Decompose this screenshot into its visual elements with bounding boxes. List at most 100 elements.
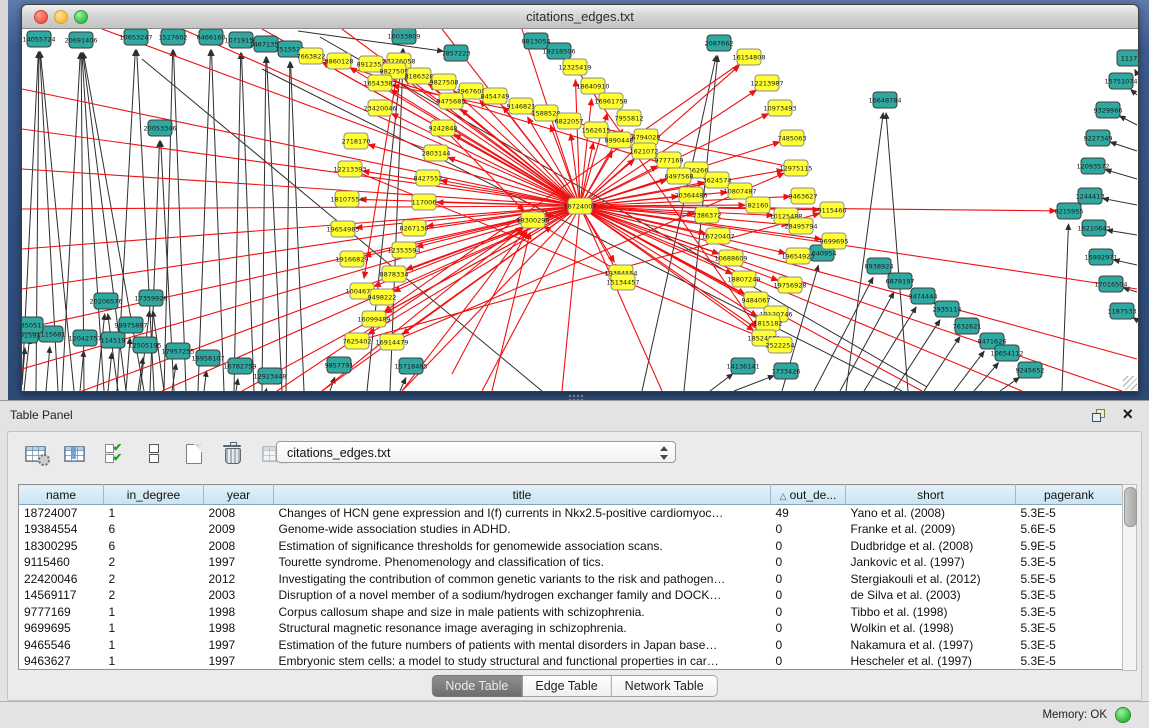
cell-out_degree[interactable]: 0 bbox=[771, 571, 846, 588]
graph-node[interactable]: 2522254 bbox=[766, 337, 795, 353]
tab-edge-table[interactable]: Edge Table bbox=[522, 675, 611, 697]
cell-in_degree[interactable]: 6 bbox=[104, 538, 204, 555]
graph-node[interactable]: 9245652 bbox=[1016, 362, 1045, 378]
cell-out_degree[interactable]: 0 bbox=[771, 521, 846, 538]
graph-node[interactable]: 20691406 bbox=[64, 32, 97, 48]
select-rows-icon[interactable]: ✔✔ bbox=[103, 442, 129, 466]
tab-node-table[interactable]: Node Table bbox=[431, 675, 522, 697]
cell-in_degree[interactable]: 1 bbox=[104, 620, 204, 637]
table-row[interactable]: 1830029562008Estimation of significance … bbox=[19, 538, 1123, 555]
create-table-icon[interactable] bbox=[182, 442, 208, 466]
graph-node[interactable]: 9463627 bbox=[789, 188, 818, 204]
table-row[interactable]: 946362711997Embryonic stem cells: a mode… bbox=[19, 653, 1123, 670]
graph-node[interactable]: 7386372 bbox=[693, 207, 722, 223]
cell-year[interactable]: 1997 bbox=[204, 554, 274, 571]
cell-title[interactable]: Disruption of a novel member of a sodium… bbox=[274, 587, 771, 604]
graph-node[interactable]: 12213393 bbox=[333, 161, 366, 177]
graph-node[interactable]: 9857791 bbox=[325, 357, 354, 373]
graph-node[interactable]: 19654923 bbox=[781, 248, 814, 264]
graph-node[interactable]: 7485063 bbox=[778, 130, 807, 146]
cell-title[interactable]: Tourette syndrome. Phenomenology and cla… bbox=[274, 554, 771, 571]
graph-node[interactable]: 7632621 bbox=[953, 318, 982, 334]
graph-node[interactable]: 17359928 bbox=[134, 290, 167, 306]
cell-in_degree[interactable]: 2 bbox=[104, 587, 204, 604]
cell-pagerank[interactable]: 5.3E-5 bbox=[1016, 620, 1123, 637]
table-row[interactable]: 1938455462009Genome-wide association stu… bbox=[19, 521, 1123, 538]
graph-node[interactable]: 8878334 bbox=[380, 266, 409, 282]
canvas-resize-grip[interactable] bbox=[1123, 376, 1137, 390]
graph-node[interactable]: 12093572 bbox=[1076, 158, 1109, 174]
table-vertical-scrollbar[interactable] bbox=[1122, 484, 1137, 671]
cell-pagerank[interactable]: 5.3E-5 bbox=[1016, 554, 1123, 571]
cell-name[interactable]: 9463627 bbox=[19, 653, 104, 670]
graph-node[interactable]: 16648784 bbox=[868, 92, 901, 108]
graph-node[interactable]: 8990448 bbox=[605, 132, 634, 148]
graph-node[interactable]: 18640910 bbox=[576, 78, 609, 94]
graph-node[interactable]: 2803144 bbox=[422, 145, 451, 161]
graph-node[interactable]: 1117 bbox=[1117, 50, 1138, 66]
cell-out_degree[interactable]: 0 bbox=[771, 653, 846, 670]
graph-node[interactable]: 9474444 bbox=[909, 288, 938, 304]
cell-year[interactable]: 2008 bbox=[204, 538, 274, 555]
graph-node[interactable]: 7625402 bbox=[343, 333, 372, 349]
graph-node[interactable]: 16914479 bbox=[375, 334, 408, 350]
graph-node[interactable]: 7955812 bbox=[615, 110, 644, 126]
table-row[interactable]: 977716911998Corpus callosum shape and si… bbox=[19, 604, 1123, 621]
graph-node[interactable]: 15718485 bbox=[394, 358, 427, 374]
graph-node[interactable]: 9777169 bbox=[655, 152, 684, 168]
graph-node[interactable]: 12325419 bbox=[558, 59, 591, 75]
graph-node[interactable]: 16154808 bbox=[732, 49, 765, 65]
graph-node[interactable]: 16720407 bbox=[701, 228, 734, 244]
table-select-dropdown[interactable]: citations_edges.txt bbox=[276, 441, 676, 463]
graph-node[interactable]: 16961758 bbox=[594, 93, 627, 109]
cell-name[interactable]: 18724007 bbox=[19, 505, 104, 522]
graph-node[interactable]: 16099489 bbox=[357, 311, 390, 327]
graph-node[interactable]: 9827508 bbox=[430, 74, 459, 90]
graph-node[interactable]: 12505195 bbox=[128, 337, 161, 353]
graph-node[interactable]: 14136141 bbox=[726, 358, 759, 374]
cell-title[interactable]: Genome-wide association studies in ADHD. bbox=[274, 521, 771, 538]
cell-out_degree[interactable]: 0 bbox=[771, 604, 846, 621]
graph-node[interactable]: 8215955 bbox=[1055, 203, 1084, 219]
graph-node[interactable]: 19218506 bbox=[542, 43, 575, 59]
graph-node[interactable]: 12213987 bbox=[750, 75, 783, 91]
memory-ok-indicator[interactable] bbox=[1115, 707, 1131, 723]
cell-short[interactable]: Yano et al. (2008) bbox=[846, 505, 1016, 522]
cell-title[interactable]: Embryonic stem cells: a model to study s… bbox=[274, 653, 771, 670]
graph-node[interactable]: 19166829 bbox=[335, 251, 368, 267]
cell-year[interactable]: 1998 bbox=[204, 620, 274, 637]
cell-name[interactable]: 9465546 bbox=[19, 637, 104, 654]
graph-node[interactable]: 7857223 bbox=[442, 45, 471, 61]
cell-in_degree[interactable]: 1 bbox=[104, 653, 204, 670]
cell-short[interactable]: Wolkin et al. (1998) bbox=[846, 620, 1016, 637]
graph-node[interactable]: 117006 bbox=[412, 194, 437, 210]
cell-year[interactable]: 1998 bbox=[204, 604, 274, 621]
graph-node[interactable]: 23420046 bbox=[363, 100, 396, 116]
graph-node[interactable]: 6466160 bbox=[197, 29, 226, 45]
cell-year[interactable]: 2008 bbox=[204, 505, 274, 522]
graph-node[interactable]: 9699695 bbox=[820, 233, 849, 249]
cell-year[interactable]: 1997 bbox=[204, 653, 274, 670]
cell-in_degree[interactable]: 2 bbox=[104, 554, 204, 571]
graph-node[interactable]: 1244413 bbox=[1076, 188, 1105, 204]
graph-node[interactable]: 15892971 bbox=[1084, 249, 1117, 265]
table-row[interactable]: 969969511998Structural magnetic resonanc… bbox=[19, 620, 1123, 637]
cell-in_degree[interactable]: 6 bbox=[104, 521, 204, 538]
close-panel-icon[interactable]: × bbox=[1122, 405, 1133, 423]
cell-pagerank[interactable]: 5.3E-5 bbox=[1016, 637, 1123, 654]
graph-node[interactable]: 20206576 bbox=[89, 293, 122, 309]
delete-table-icon[interactable] bbox=[221, 442, 247, 466]
graph-node[interactable]: 6497568 bbox=[665, 168, 694, 184]
cell-out_degree[interactable]: 0 bbox=[771, 587, 846, 604]
graph-node[interactable]: 18300295 bbox=[516, 212, 549, 228]
cell-pagerank[interactable]: 5.3E-5 bbox=[1016, 587, 1123, 604]
column-header-out_degree[interactable]: △out_de... bbox=[771, 485, 846, 505]
cell-short[interactable]: Hescheler et al. (1997) bbox=[846, 653, 1016, 670]
cell-pagerank[interactable]: 5.3E-5 bbox=[1016, 505, 1123, 522]
graph-node[interactable]: 19654985 bbox=[326, 221, 359, 237]
graph-node[interactable]: 12042757 bbox=[68, 330, 101, 346]
citation-network-graph[interactable]: 1405572420691406106532471527602646616010… bbox=[22, 29, 1138, 391]
cell-pagerank[interactable]: 5.3E-5 bbox=[1016, 604, 1123, 621]
graph-node[interactable]: 1527602 bbox=[159, 29, 188, 45]
column-header-in_degree[interactable]: in_degree bbox=[104, 485, 204, 505]
